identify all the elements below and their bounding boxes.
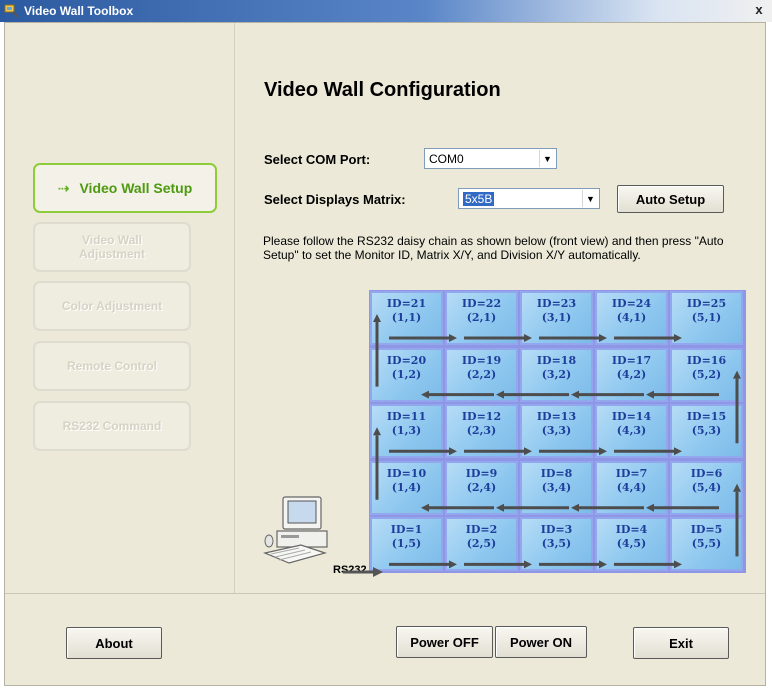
- chain-arrow: [373, 314, 381, 387]
- close-icon[interactable]: x: [752, 2, 766, 18]
- chain-arrow: [614, 560, 682, 569]
- chain-arrow: [614, 334, 682, 342]
- com-port-value: COM0: [429, 151, 464, 166]
- chevron-down-icon[interactable]: ▼: [582, 190, 598, 207]
- chain-arrow: [733, 483, 741, 557]
- chain-arrow: [646, 503, 719, 512]
- sidebar-item-label: Remote Control: [67, 359, 157, 373]
- chain-arrow: [373, 427, 381, 500]
- sidebar-item-color-adjustment[interactable]: Color Adjustment: [33, 281, 191, 331]
- sidebar-item-remote-control[interactable]: Remote Control: [33, 341, 191, 391]
- sidebar-item-label: Video Wall Adjustment: [79, 233, 145, 261]
- app-icon: [4, 4, 19, 18]
- chain-arrow: [539, 334, 607, 342]
- chain-arrow: [614, 447, 682, 456]
- sidebar-item-label: RS232 Command: [62, 419, 162, 433]
- about-button[interactable]: About: [66, 627, 162, 659]
- sidebar-item-label: Color Adjustment: [61, 299, 163, 313]
- chevron-down-icon[interactable]: ▼: [539, 150, 555, 167]
- chain-arrow: [389, 334, 457, 342]
- chain-arrow: [539, 447, 607, 456]
- chain-arrow: [421, 503, 494, 512]
- sidebar-item-rs232-command[interactable]: RS232 Command: [33, 401, 191, 451]
- chain-arrow: [464, 334, 532, 342]
- chain-arrow: [389, 560, 457, 569]
- window-title: Video Wall Toolbox: [24, 4, 134, 18]
- chain-arrow: [571, 503, 644, 512]
- chain-arrow: [464, 447, 532, 456]
- main-panel: Video Wall Configuration Select COM Port…: [236, 23, 765, 593]
- page-title: Video Wall Configuration: [264, 79, 501, 101]
- chain-arrow: [496, 503, 569, 512]
- sidebar-item-video-wall-setup[interactable]: ⇢ Video Wall Setup: [33, 163, 217, 213]
- com-port-label: Select COM Port:: [264, 152, 371, 167]
- matrix-value: 5x5B: [463, 191, 495, 206]
- video-wall-grid: ID=21 (1,1) ID=22 (2,1) ID=23 (3,1) ID=24 (4,1)…: [369, 290, 746, 573]
- chain-arrow: [389, 447, 457, 456]
- window-body: ⇢ Video Wall Setup Video Wall Adjustment…: [4, 22, 766, 686]
- arrow-icon: ⇢: [57, 180, 70, 196]
- daisy-chain-arrows: [373, 314, 741, 569]
- title-bar: Video Wall Toolbox x: [0, 0, 772, 22]
- computer-icon: [263, 496, 328, 564]
- chain-arrow: [496, 390, 569, 399]
- sidebar-item-video-wall-adjustment[interactable]: Video Wall Adjustment: [33, 222, 191, 272]
- power-off-button[interactable]: Power OFF: [396, 626, 493, 658]
- chain-arrow: [646, 390, 719, 399]
- sidebar-item-label: Video Wall Setup: [79, 180, 193, 196]
- com-port-select[interactable]: COM0 ▼: [424, 148, 557, 169]
- chain-arrow: [539, 560, 607, 569]
- footer-bar: About Power OFF Power ON Exit: [5, 593, 765, 685]
- auto-setup-button[interactable]: Auto Setup: [617, 185, 724, 213]
- exit-button[interactable]: Exit: [633, 627, 729, 659]
- chain-arrow: [421, 390, 494, 399]
- matrix-label: Select Displays Matrix:: [264, 192, 406, 207]
- chain-arrow: [571, 390, 644, 399]
- instructions-text: Please follow the RS232 daisy chain as s…: [263, 234, 724, 262]
- rs232-arrow: [343, 567, 383, 577]
- sidebar: ⇢ Video Wall Setup Video Wall Adjustment…: [5, 23, 235, 593]
- chain-arrow: [733, 370, 741, 444]
- power-on-button[interactable]: Power ON: [495, 626, 587, 658]
- chain-arrow: [464, 560, 532, 569]
- matrix-select[interactable]: 5x5B ▼: [458, 188, 600, 209]
